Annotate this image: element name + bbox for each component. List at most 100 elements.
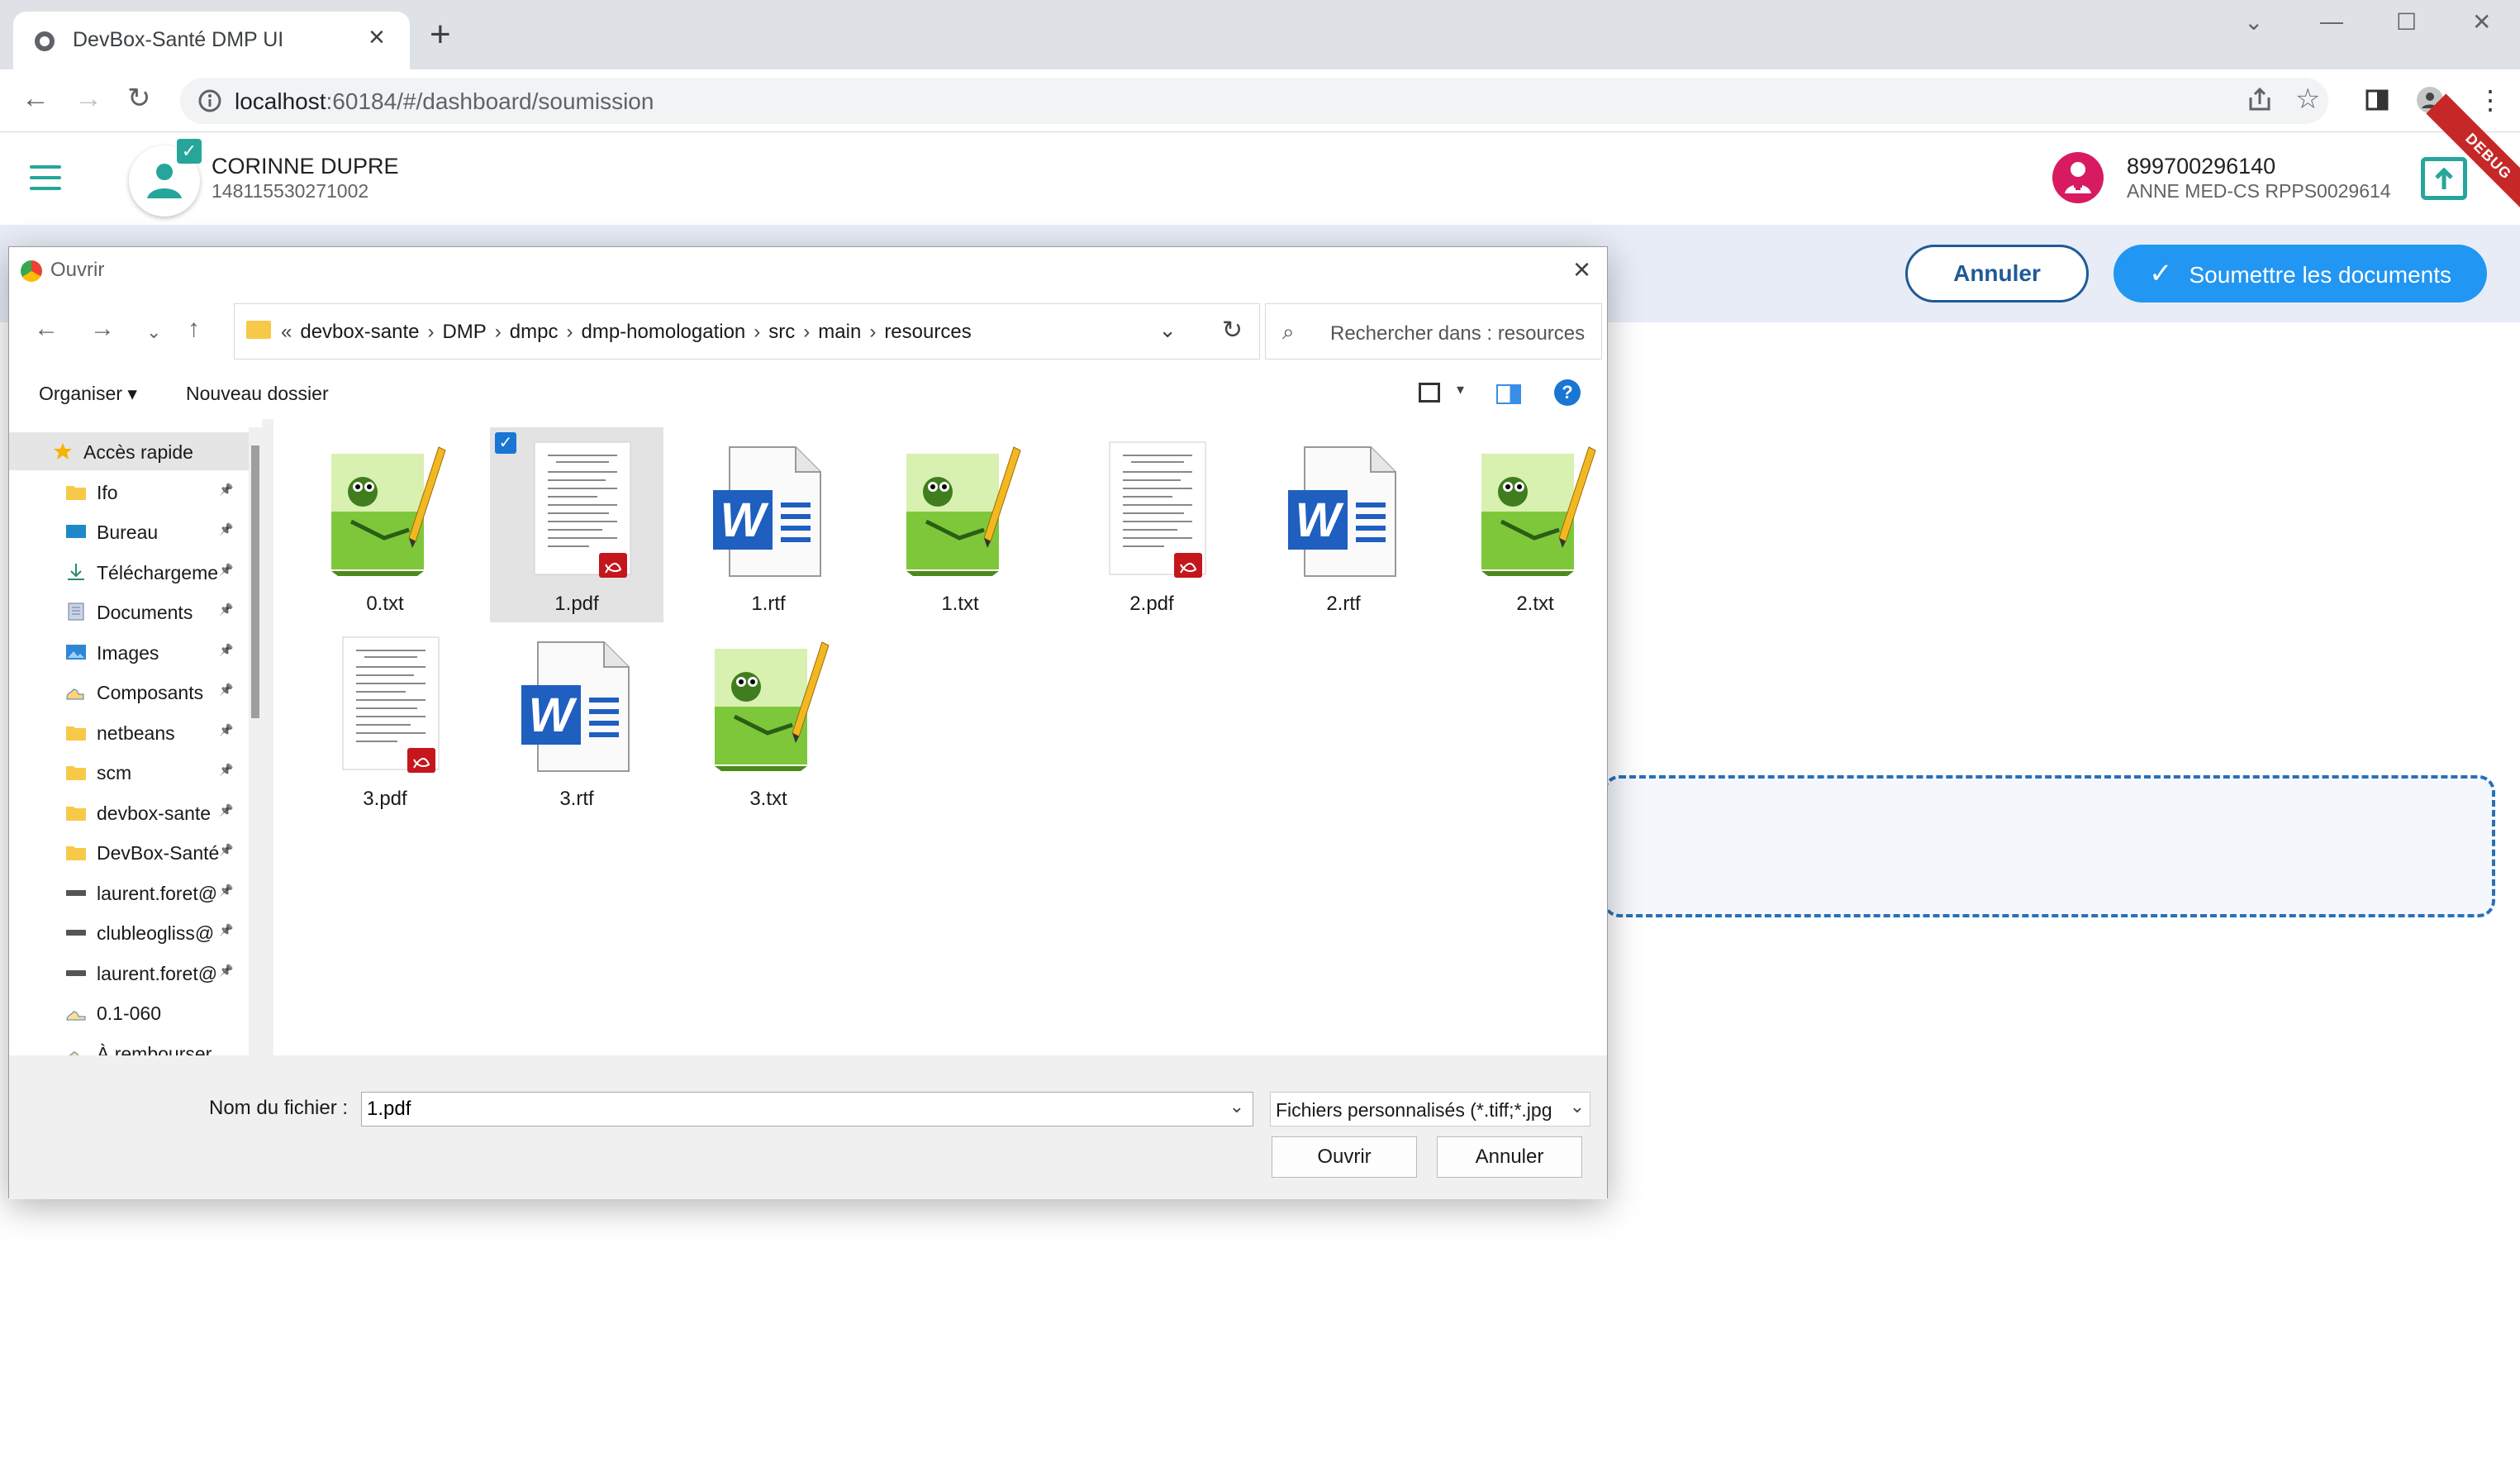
sidebar-item[interactable]: Ifo 📌	[9, 473, 249, 511]
sidebar-item-label: Accès rapide	[83, 441, 193, 463]
sidebar-item[interactable]: DevBox-Santé 📌	[9, 833, 249, 871]
breadcrumb[interactable]: «devbox-sante › DMP › dmpc › dmp-homologation ›…	[234, 303, 1260, 360]
sidebar-item[interactable]: laurent.foret@ 📌	[9, 874, 249, 912]
omnibox[interactable]: localhost:60184/#/dashboard/soumission ☆	[180, 78, 2328, 124]
file-item[interactable]: ✓ 1.pdf	[490, 427, 663, 622]
hamburger-menu-icon[interactable]	[30, 165, 61, 190]
sidebar-item[interactable]: À rembourser	[9, 1034, 249, 1055]
file-name: 1.txt	[941, 593, 979, 615]
forward-icon[interactable]: →	[74, 84, 102, 112]
maximize-icon[interactable]: ☐	[2396, 8, 2417, 36]
browser-tab-bar: DevBox-Santé DMP UI × + ⌄ — ☐ ✕	[0, 0, 2520, 69]
back-icon[interactable]: ←	[21, 84, 50, 112]
reload-icon[interactable]: ↻	[127, 84, 151, 112]
sidebar-item-label: netbeans	[97, 722, 175, 744]
sidebar-item[interactable]: laurent.foret@ 📌	[9, 954, 249, 992]
sidebar-item-label: Composants	[97, 682, 204, 703]
folder-search-input[interactable]: ⌕ Rechercher dans : resources	[1265, 303, 1602, 360]
dialog-forward-icon[interactable]: →	[90, 317, 115, 341]
checkbox-checked-icon[interactable]: ✓	[495, 432, 516, 454]
pin-icon: 📌	[219, 603, 234, 616]
file-item[interactable]: 3.txt	[682, 622, 855, 817]
view-options-chevron-icon[interactable]: ▾	[1457, 381, 1464, 398]
file-name: 2.txt	[1516, 593, 1554, 615]
dialog-back-icon[interactable]: ←	[34, 317, 59, 341]
folder-icon	[246, 321, 271, 339]
health-professional-icon[interactable]	[2052, 152, 2104, 203]
sidebar-scrollbar[interactable]	[249, 427, 262, 1055]
menu-kebab-icon[interactable]: ⋮	[2477, 84, 2503, 116]
patient-id: 148115530271002	[212, 180, 369, 202]
file-item[interactable]: 0.txt	[298, 427, 472, 622]
breadcrumb-item[interactable]: devbox-sante	[300, 321, 419, 343]
sidebar-item[interactable]: Documents 📌	[9, 593, 249, 631]
breadcrumb-item[interactable]: main	[818, 321, 861, 343]
new-folder-button[interactable]: Nouveau dossier	[186, 383, 329, 405]
minimize-icon[interactable]: —	[2320, 8, 2343, 35]
app-header: ✓ CORINNE DUPRE 148115530271002 89970029…	[0, 132, 2520, 225]
sidebar-item[interactable]: scm 📌	[9, 753, 249, 791]
file-name: 1.rtf	[751, 593, 786, 615]
dialog-cancel-button[interactable]: Annuler	[1437, 1136, 1582, 1178]
help-icon[interactable]: ?	[1554, 379, 1581, 406]
file-name: 3.pdf	[363, 788, 407, 810]
close-tab-icon[interactable]: ×	[368, 21, 385, 54]
breadcrumb-item[interactable]: resources	[884, 321, 971, 343]
file-drop-zone[interactable]	[1603, 775, 2495, 917]
pdf-file-icon	[323, 634, 447, 774]
file-item[interactable]: 3.pdf	[298, 622, 472, 817]
pane-divider[interactable]	[262, 419, 273, 1055]
chevron-down-icon[interactable]: ⌄	[1569, 1096, 1585, 1117]
file-item[interactable]: W 3.rtf	[490, 622, 663, 817]
drive-icon	[65, 923, 87, 941]
file-item[interactable]: W 1.rtf	[682, 427, 855, 622]
tab-search-icon[interactable]: ⌄	[2244, 8, 2263, 36]
pin-icon: 📌	[219, 843, 234, 856]
file-item[interactable]: 2.txt	[1448, 427, 1622, 622]
preview-pane-icon[interactable]	[1496, 384, 1521, 404]
sidebar-item[interactable]: Images 📌	[9, 633, 249, 671]
filetype-select[interactable]: Fichiers personnalisés (*.tiff;*.jpg ⌄	[1270, 1092, 1590, 1126]
sidebar-item[interactable]: Téléchargements📌	[9, 553, 249, 591]
sidebar-item[interactable]: devbox-sante 📌	[9, 793, 249, 831]
breadcrumb-item[interactable]: DMP	[442, 321, 486, 343]
pin-icon: 📌	[219, 562, 234, 576]
sidebar-item[interactable]: 0.1-060	[9, 993, 249, 1031]
chevron-down-icon[interactable]: ⌄	[1158, 317, 1177, 343]
cancel-button[interactable]: Annuler	[1905, 245, 2089, 302]
sidebar-item-label: DevBox-Santé	[97, 842, 219, 864]
submit-documents-button[interactable]: ✓ Soumettre les documents	[2113, 245, 2487, 302]
sidebar-item[interactable]: Composants 📌	[9, 673, 249, 711]
breadcrumb-item[interactable]: dmp-homologation	[581, 321, 745, 343]
chevron-down-icon[interactable]: ⌄	[1229, 1096, 1244, 1117]
sidebar-item[interactable]: Accès rapide	[9, 432, 249, 470]
sidebar-item[interactable]: netbeans 📌	[9, 713, 249, 751]
site-info-icon[interactable]	[197, 88, 223, 114]
breadcrumb-item[interactable]: src	[768, 321, 795, 343]
breadcrumb-item[interactable]: dmpc	[510, 321, 559, 343]
file-item[interactable]: W 2.rtf	[1257, 427, 1430, 622]
organize-menu[interactable]: Organiser ▾	[39, 383, 137, 405]
browser-tab[interactable]: DevBox-Santé DMP UI ×	[13, 12, 410, 69]
refresh-icon[interactable]: ↻	[1222, 316, 1243, 345]
up-folder-icon[interactable]: ↑	[188, 317, 200, 341]
open-button[interactable]: Ouvrir	[1272, 1136, 1417, 1178]
new-tab-icon[interactable]: +	[430, 17, 451, 53]
close-window-icon[interactable]: ✕	[2472, 8, 2491, 36]
file-item[interactable]: 1.txt	[873, 427, 1047, 622]
sidebar-item[interactable]: Bureau 📌	[9, 512, 249, 550]
file-item[interactable]: 2.pdf	[1065, 427, 1239, 622]
view-mode-icon[interactable]	[1419, 383, 1440, 402]
side-panel-icon[interactable]	[2363, 86, 2391, 114]
sidebar-item-label: scm	[97, 762, 132, 784]
sidebar-item[interactable]: clubleogliss@ 📌	[9, 913, 249, 951]
bookmark-star-icon[interactable]: ☆	[2295, 83, 2320, 116]
share-icon[interactable]	[2246, 86, 2274, 114]
images-icon	[65, 643, 87, 661]
recent-locations-icon[interactable]: ⌄	[146, 323, 161, 341]
dialog-close-icon[interactable]: ×	[1573, 252, 1590, 287]
file-name: 3.rtf	[559, 788, 594, 810]
sidebar-item-label: clubleogliss@	[97, 922, 215, 944]
upload-folder-icon[interactable]	[2421, 157, 2467, 200]
filename-field[interactable]: 1.pdf ⌄	[361, 1092, 1253, 1126]
